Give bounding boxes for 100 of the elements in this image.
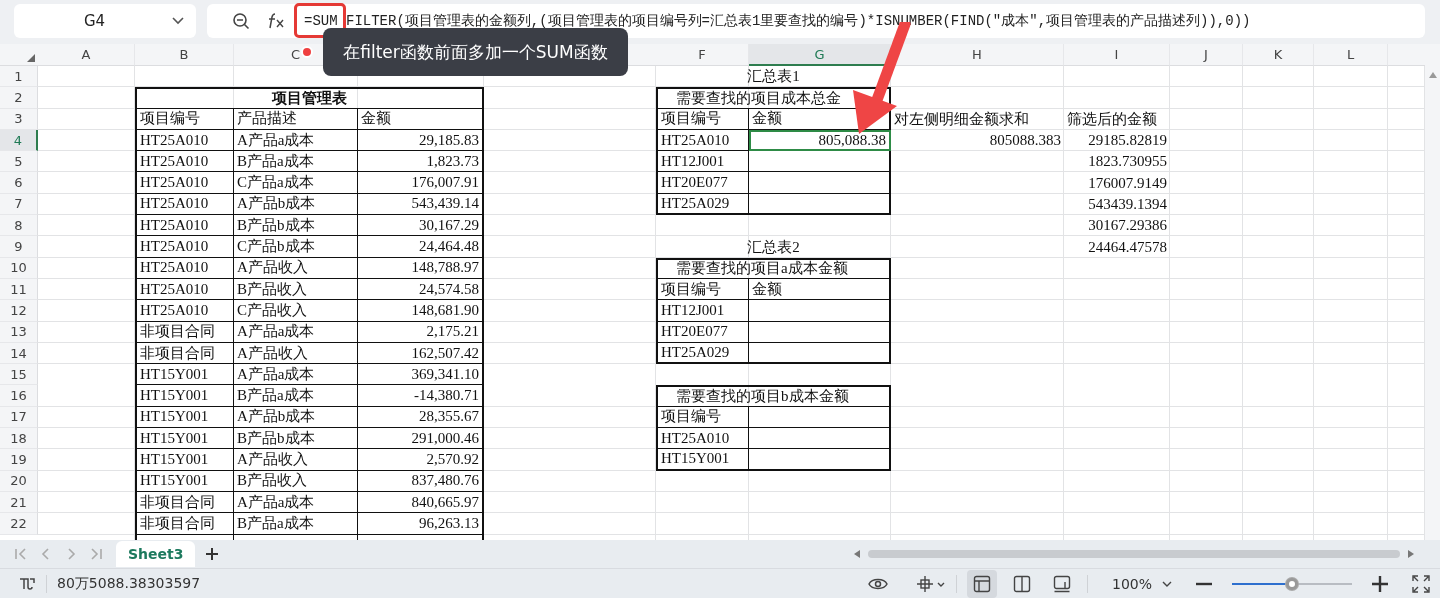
vertical-scrollbar[interactable] <box>1425 44 1440 540</box>
table-cell: B产品收入 <box>234 278 358 301</box>
row-header[interactable]: 7 <box>0 193 38 216</box>
table-cell: 非项目合同 <box>135 342 234 365</box>
row-header[interactable]: 15 <box>0 364 38 386</box>
fullscreen-icon[interactable] <box>1412 574 1430 593</box>
scroll-right-icon[interactable] <box>1408 550 1414 558</box>
table-cell-text: 805088.383 <box>988 131 1062 151</box>
table-cell: HT25A010 <box>135 257 234 279</box>
table-cell: C产品收入 <box>234 300 358 322</box>
table-cell: 96,263.13 <box>358 513 484 535</box>
row-header[interactable]: 19 <box>0 449 38 471</box>
column-header[interactable]: G <box>749 44 891 66</box>
table-cell: 837,480.76 <box>358 470 484 492</box>
formula-field[interactable]: =SUM FILTER(项目管理表的金额列,(项目管理表的项目编号列=汇总表1里要查找的编号)*ISNUMBER(FIND("成本",项目管理表的产品描述列)),0)) <box>207 4 1425 38</box>
row-header[interactable]: 9 <box>0 236 38 258</box>
crosshair-icon[interactable] <box>915 574 946 593</box>
table-cell: HT25A010 <box>135 129 234 152</box>
table-cell: A产品b成本 <box>234 193 358 216</box>
zoom-level[interactable]: 100% <box>1111 575 1152 592</box>
normal-view-button[interactable] <box>966 569 997 598</box>
scroll-left-icon[interactable] <box>854 550 860 558</box>
row-header[interactable]: 16 <box>0 385 38 407</box>
table-cell-text: 543439.1394 <box>1087 194 1168 214</box>
column-header: 项目编号 <box>656 108 749 130</box>
table-cell-text: 24464.47578 <box>1087 237 1168 257</box>
table-cell: C产品a成本 <box>234 172 358 194</box>
formula-text: =SUM FILTER(项目管理表的金额列,(项目管理表的项目编号列=汇总表1里要查找的编号)*ISNUMBER(FIND("成本",项目管理表的产品描述列)),0)) <box>304 12 1251 30</box>
table-cell: HT25A010 <box>135 278 234 301</box>
select-all-icon[interactable] <box>27 54 35 62</box>
function-icon[interactable] <box>266 12 286 30</box>
table-cell: HT25A010 <box>656 129 749 152</box>
column-header: 产品描述 <box>234 108 358 130</box>
sheet-tab[interactable]: Sheet3 <box>116 541 196 567</box>
table-cell: A产品b成本 <box>234 406 358 429</box>
table-cell: 543,439.14 <box>358 193 484 216</box>
add-sheet-icon[interactable] <box>205 547 220 561</box>
caret-icon <box>172 17 184 25</box>
row-header[interactable]: 18 <box>0 428 38 450</box>
row-header[interactable]: 20 <box>0 470 38 492</box>
table-cell: HT25A010 <box>135 215 234 237</box>
row-header[interactable]: 4 <box>0 129 38 152</box>
row-header[interactable]: 14 <box>0 342 38 365</box>
column-header: 金额 <box>749 278 891 301</box>
scroll-up-icon[interactable] <box>1428 72 1437 78</box>
table-cell: 30,167.29 <box>358 215 484 237</box>
table-cell: 非项目合同 <box>135 513 234 535</box>
row-header[interactable]: 12 <box>0 300 38 322</box>
zoom-out-icon[interactable] <box>1196 581 1212 586</box>
table-cell: A产品a成本 <box>234 491 358 514</box>
zoom-in-icon[interactable] <box>1372 575 1388 592</box>
zoom-slider-thumb[interactable] <box>1286 577 1298 590</box>
grid-view-icon <box>972 574 991 593</box>
table-cell: A产品a成本 <box>234 364 358 386</box>
row-header[interactable]: 1 <box>0 66 38 88</box>
table-cell: 162,507.42 <box>358 342 484 365</box>
table-cell: B产品a成本 <box>234 385 358 407</box>
macro-icon[interactable] <box>18 575 36 592</box>
row-header[interactable]: 13 <box>0 321 38 343</box>
table-cell: 29,185.83 <box>358 129 484 152</box>
table-cell: HT15Y001 <box>135 428 234 450</box>
table-cell: HT15Y001 <box>135 385 234 407</box>
row-header[interactable]: 17 <box>0 406 38 429</box>
table-cell: 291,000.46 <box>358 428 484 450</box>
table-cell: B产品收入 <box>234 470 358 492</box>
row-header[interactable]: 21 <box>0 491 38 514</box>
row-header[interactable]: 22 <box>0 513 38 535</box>
zoom-out-icon[interactable] <box>232 12 250 30</box>
table-cell: HT15Y001 <box>135 364 234 386</box>
table-cell: A产品收入 <box>234 449 358 471</box>
table-cell: 非项目合同 <box>135 491 234 514</box>
horizontal-scrollbar[interactable] <box>868 550 1400 558</box>
row-header[interactable]: 6 <box>0 172 38 194</box>
spreadsheet-grid[interactable] <box>0 44 1425 540</box>
table-cell: HT25A029 <box>656 193 749 216</box>
table-cell: HT25A010 <box>656 428 749 450</box>
column-header: 项目编号 <box>135 108 234 130</box>
row-header[interactable]: 2 <box>0 87 38 109</box>
table-cell: 24,574.58 <box>358 278 484 301</box>
table-cell-text: 筛选后的金额 <box>1066 109 1158 129</box>
row-header[interactable]: 5 <box>0 151 38 173</box>
table-cell: A产品收入 <box>234 342 358 365</box>
table-cell: 805,088.38 <box>749 129 891 152</box>
name-box[interactable]: G4 <box>14 4 196 38</box>
table-caption: 汇总表1 <box>746 67 801 87</box>
table-cell-text: 29185.82819 <box>1087 131 1168 151</box>
column-header: 项目编号 <box>656 406 749 429</box>
table-title: 需要查找的项目a成本金额 <box>656 257 891 279</box>
table-title: 需要查找的项目b成本金额 <box>656 385 891 407</box>
caret-icon[interactable] <box>1162 580 1172 587</box>
table-cell: HT12J001 <box>656 151 749 173</box>
eye-icon[interactable] <box>867 576 888 591</box>
column-header: 金额 <box>358 108 484 130</box>
columns-view-icon <box>1012 574 1031 593</box>
table-cell: 176,007.91 <box>358 172 484 194</box>
row-header[interactable]: 3 <box>0 108 38 130</box>
table-cell: A产品收入 <box>234 257 358 279</box>
row-header[interactable]: 10 <box>0 257 38 279</box>
row-header[interactable]: 11 <box>0 278 38 301</box>
row-header[interactable]: 8 <box>0 215 38 237</box>
